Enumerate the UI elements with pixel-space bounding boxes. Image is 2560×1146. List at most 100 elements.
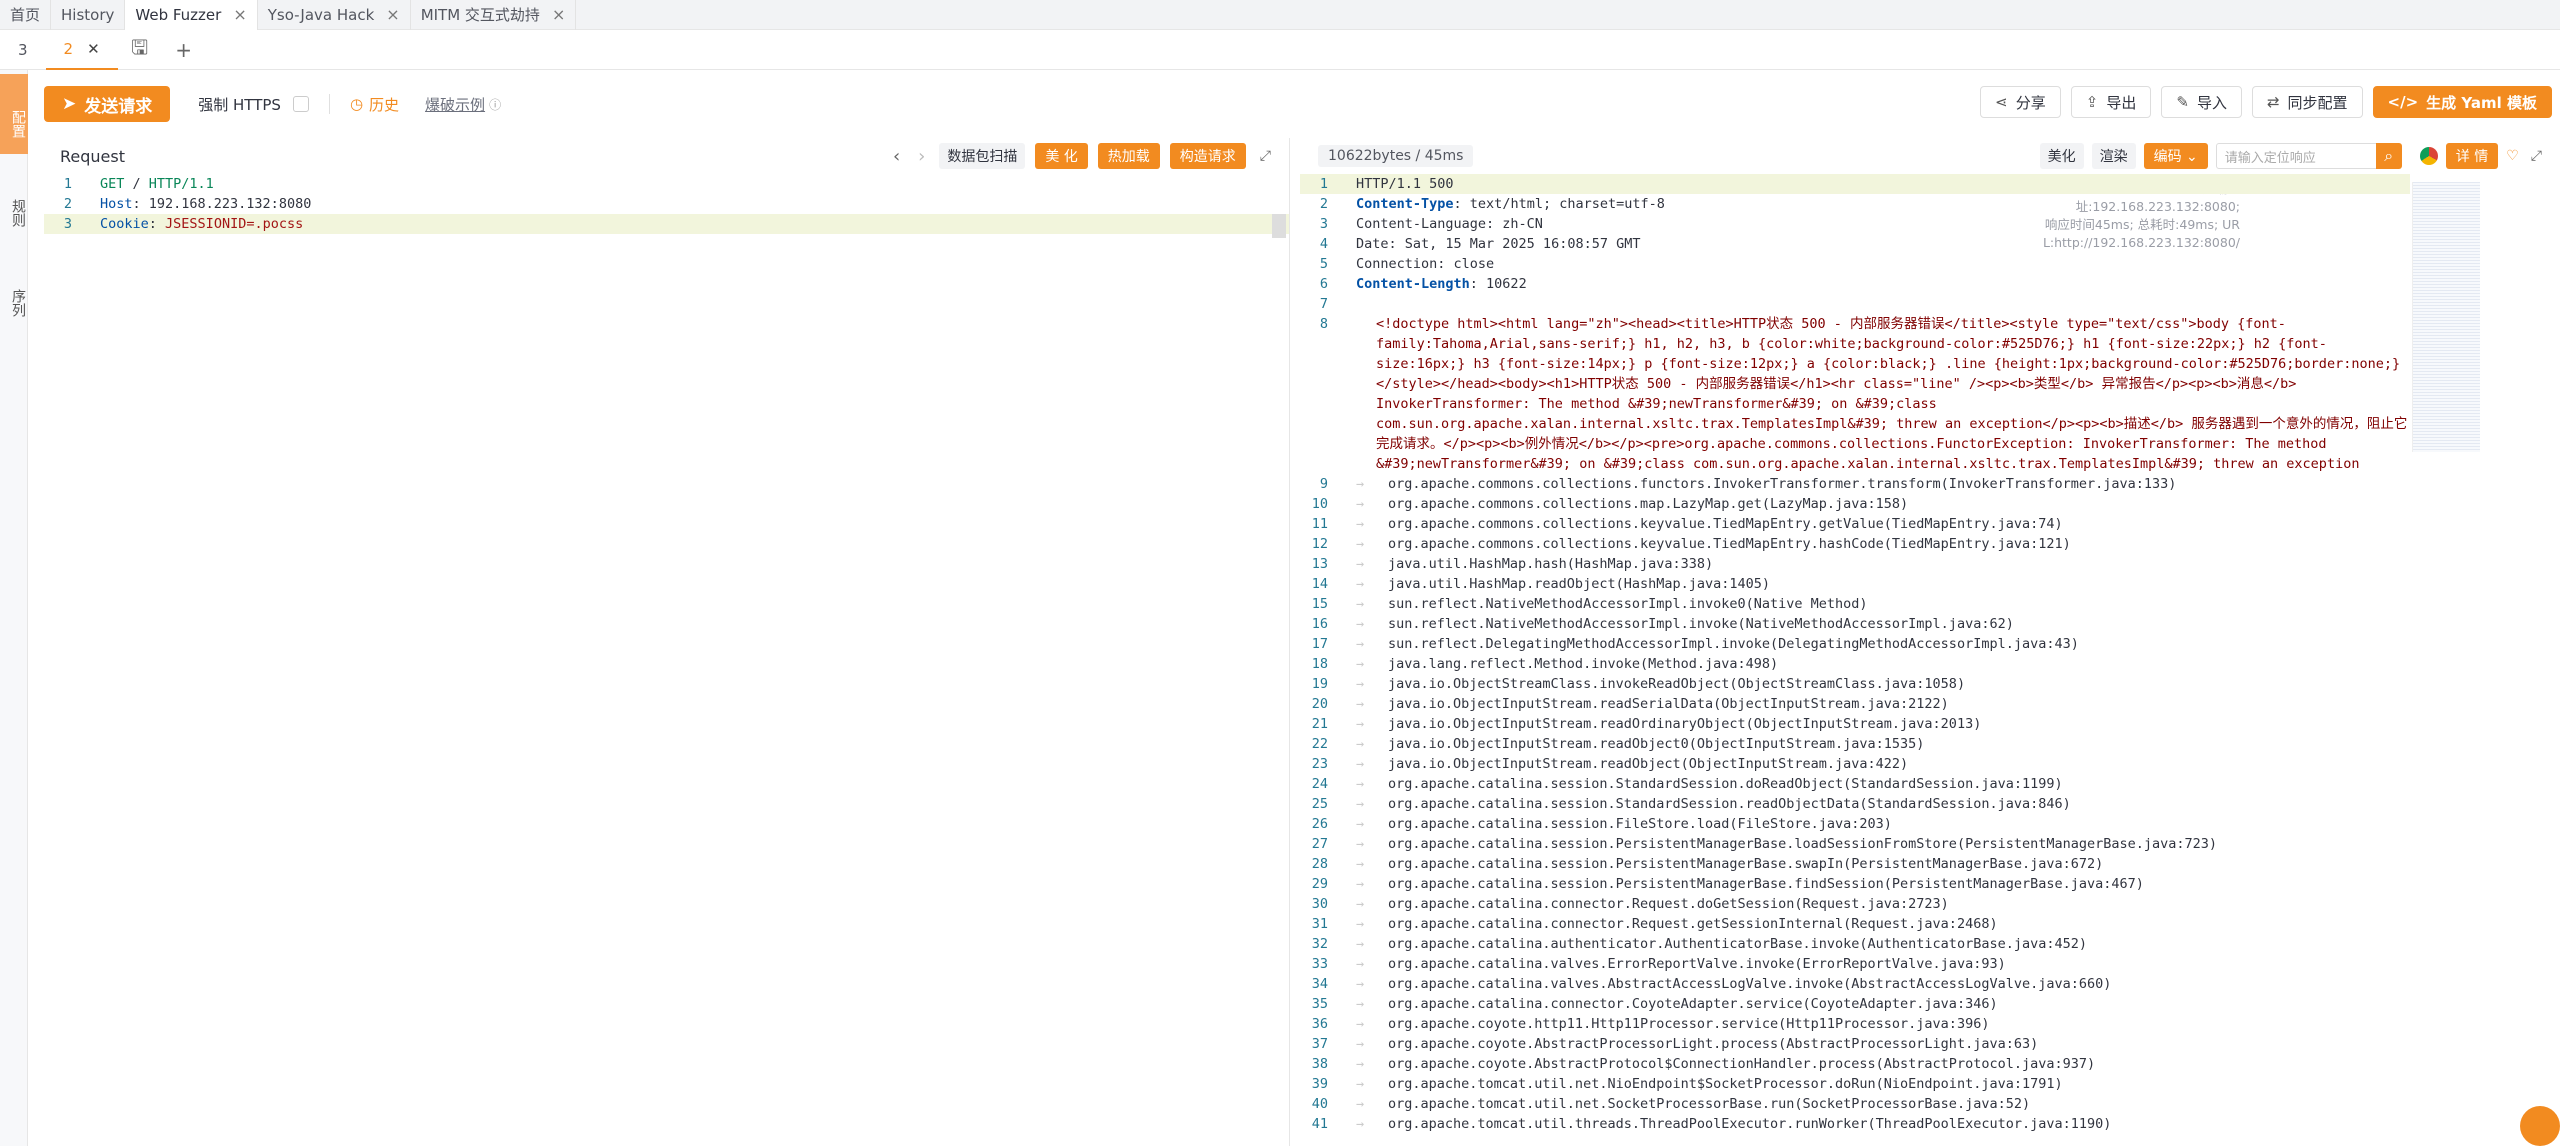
code-token: / xyxy=(124,176,149,192)
tab-indicator-icon: → xyxy=(1356,736,1365,752)
sub-tab-2[interactable]: 2 ✕ xyxy=(45,30,118,70)
stack-trace-line[interactable]: 34 → org.apache.catalina.valves.AbstractAc… xyxy=(1300,974,2410,994)
export-button[interactable]: ⇪ 导出 xyxy=(2070,86,2152,118)
encoding-dropdown[interactable]: 编码 ⌄ xyxy=(2143,143,2208,169)
response-line[interactable]: 5 Connection: close xyxy=(1300,254,2410,274)
detail-button[interactable]: 详 情 xyxy=(2445,143,2499,169)
response-fullscreen-icon[interactable]: ⤢ xyxy=(2527,148,2546,164)
code-minimap[interactable] xyxy=(2412,182,2480,452)
prev-arrow-icon[interactable]: ‹ xyxy=(889,146,904,167)
sub-tab-3[interactable]: 3 xyxy=(0,30,46,70)
stack-trace-line[interactable]: 30 → org.apache.catalina.connector.Request… xyxy=(1300,894,2410,914)
stack-trace-line[interactable]: 11 → org.apache.commons.collections.keyval… xyxy=(1300,514,2410,534)
stack-trace-line[interactable]: 14 → java.util.HashMap.readObject(HashMap.… xyxy=(1300,574,2410,594)
stack-trace-line[interactable]: 9 → org.apache.commons.collections.functor… xyxy=(1300,474,2410,494)
next-arrow-icon[interactable]: › xyxy=(914,146,929,167)
header-value: : text/html; charset=utf-8 xyxy=(1453,196,1665,212)
stack-trace-line[interactable]: 41 → org.apache.tomcat.util.threads.Thread… xyxy=(1300,1114,2410,1134)
tab-indicator-icon: → xyxy=(1356,816,1365,832)
stack-trace-line[interactable]: 33 → org.apache.catalina.valves.ErrorRepor… xyxy=(1300,954,2410,974)
stack-trace-line[interactable]: 17 → sun.reflect.DelegatingMethodAccessorI… xyxy=(1300,634,2410,654)
stack-trace-line[interactable]: 21 → java.io.ObjectInputStream.readOrdinar… xyxy=(1300,714,2410,734)
stack-trace-line[interactable]: 25 → org.apache.catalina.session.StandardS… xyxy=(1300,794,2410,814)
send-request-button[interactable]: ➤ 发送请求 xyxy=(44,86,171,122)
top-tab-2[interactable]: Web Fuzzer × xyxy=(125,0,258,30)
response-line[interactable]: 6 Content-Length: 10622 xyxy=(1300,274,2410,294)
add-tab-icon[interactable]: + xyxy=(162,30,206,70)
response-line[interactable]: 3 Content-Language: zh-CN xyxy=(1300,214,2410,234)
stack-trace-line[interactable]: 18 → java.lang.reflect.Method.invoke(Metho… xyxy=(1300,654,2410,674)
stack-trace-line[interactable]: 36 → org.apache.coyote.http11.Http11Proces… xyxy=(1300,1014,2410,1034)
response-line[interactable]: 4 Date: Sat, 15 Mar 2025 16:08:57 GMT xyxy=(1300,234,2410,254)
response-beautify-button[interactable]: 美化 xyxy=(2039,143,2084,169)
stack-trace-line[interactable]: 15 → sun.reflect.NativeMethodAccessorImpl.… xyxy=(1300,594,2410,614)
force-https-checkbox[interactable] xyxy=(292,96,309,112)
stack-trace-line[interactable]: 23 → java.io.ObjectInputStream.readObject(… xyxy=(1300,754,2410,774)
render-button[interactable]: 渲染 xyxy=(2091,143,2136,169)
stack-trace-line[interactable]: 24 → org.apache.catalina.session.StandardS… xyxy=(1300,774,2410,794)
stack-trace-line[interactable]: 28 → org.apache.catalina.session.Persisten… xyxy=(1300,854,2410,874)
close-icon[interactable]: × xyxy=(233,5,246,24)
request-line[interactable]: 2 Host: 192.168.223.132:8080 xyxy=(44,194,1289,214)
locate-search-input[interactable]: 请输入定位响应 xyxy=(2215,143,2378,169)
tab-indicator-icon: → xyxy=(1356,676,1365,692)
top-tab-1[interactable]: History xyxy=(51,0,126,30)
stack-trace-line[interactable]: 31 → org.apache.catalina.connector.Request… xyxy=(1300,914,2410,934)
import-button[interactable]: ✎ 导入 xyxy=(2161,86,2242,118)
close-icon[interactable]: ✕ xyxy=(87,40,100,58)
beautify-button[interactable]: 美 化 xyxy=(1035,143,1088,169)
save-icon[interactable]: 🖫 xyxy=(118,30,162,70)
request-line[interactable]: 1 GET / HTTP/1.1 xyxy=(44,174,1289,194)
stack-trace-line[interactable]: 10 → org.apache.commons.collections.map.La… xyxy=(1300,494,2410,514)
response-editor[interactable]: 1 HTTP/1.1 500 2 Content-Type: text/html; c… xyxy=(1300,174,2410,1134)
assistant-robot-icon[interactable] xyxy=(2520,1106,2560,1146)
hotload-button[interactable]: 热加载 xyxy=(1097,143,1160,169)
construct-request-button[interactable]: 构造请求 xyxy=(1169,143,1246,169)
sync-config-button[interactable]: ⇄ 同步配置 xyxy=(2251,86,2363,118)
help-icon[interactable]: ⓘ xyxy=(489,96,501,113)
close-icon[interactable]: × xyxy=(386,5,399,24)
sidebar-config[interactable]: 配置 xyxy=(0,74,28,154)
response-line[interactable]: 1 HTTP/1.1 500 xyxy=(1300,174,2410,194)
heart-icon[interactable]: ♡ xyxy=(2506,148,2519,164)
html-body-line[interactable]: 8 <!doctype html><html lang="zh"><head><t… xyxy=(1300,314,2410,474)
chrome-icon[interactable] xyxy=(2419,147,2438,165)
response-line[interactable]: 7 xyxy=(1300,294,2410,314)
stack-trace-line[interactable]: 35 → org.apache.catalina.connector.CoyoteA… xyxy=(1300,994,2410,1014)
stack-trace-line[interactable]: 26 → org.apache.catalina.session.FileStore… xyxy=(1300,814,2410,834)
packet-scan-button[interactable]: 数据包扫描 xyxy=(939,143,1026,169)
request-line[interactable]: 3 Cookie: JSESSIONID=.pocss xyxy=(44,214,1289,234)
history-button[interactable]: ◷ 历史 xyxy=(350,94,399,115)
sidebar-rules[interactable]: 规则 xyxy=(0,170,28,250)
response-line[interactable]: 2 Content-Type: text/html; charset=utf-8 xyxy=(1300,194,2410,214)
stack-trace-line[interactable]: 39 → org.apache.tomcat.util.net.NioEndpoin… xyxy=(1300,1074,2410,1094)
close-icon[interactable]: × xyxy=(552,5,565,24)
fullscreen-icon[interactable]: ⤢ xyxy=(1256,148,1275,164)
request-editor[interactable]: 1 GET / HTTP/1.1 2 Host: 192.168.223.132:80… xyxy=(44,174,1289,234)
line-number: 15 xyxy=(1311,596,1328,612)
search-icon[interactable]: ⌕ xyxy=(2375,143,2402,169)
stack-trace-line[interactable]: 38 → org.apache.coyote.AbstractProtocol$Co… xyxy=(1300,1054,2410,1074)
line-number: 10 xyxy=(1311,496,1328,512)
stack-trace-line[interactable]: 37 → org.apache.coyote.AbstractProcessorLi… xyxy=(1300,1034,2410,1054)
generate-yaml-button[interactable]: </> 生成 Yaml 模板 xyxy=(2372,86,2552,118)
stack-trace-line[interactable]: 27 → org.apache.catalina.session.Persisten… xyxy=(1300,834,2410,854)
stack-trace-line[interactable]: 29 → org.apache.catalina.session.Persisten… xyxy=(1300,874,2410,894)
stack-trace-line[interactable]: 16 → sun.reflect.NativeMethodAccessorImpl.… xyxy=(1300,614,2410,634)
stack-trace-line[interactable]: 22 → java.io.ObjectInputStream.readObject0… xyxy=(1300,734,2410,754)
share-button[interactable]: ⋖ 分享 xyxy=(1980,86,2061,118)
top-tab-3[interactable]: Yso-Java Hack × xyxy=(258,0,411,30)
line-number: 6 xyxy=(1319,276,1328,292)
sidebar-sequence[interactable]: 序列 xyxy=(0,260,28,340)
top-tab-4[interactable]: MITM 交互式劫持 × xyxy=(411,0,577,30)
code-token: Host xyxy=(100,196,133,212)
top-tab-0[interactable]: 首页 xyxy=(0,0,52,30)
stack-trace-line[interactable]: 40 → org.apache.tomcat.util.net.SocketProc… xyxy=(1300,1094,2410,1114)
stack-trace-line[interactable]: 19 → java.io.ObjectStreamClass.invokeReadO… xyxy=(1300,674,2410,694)
stack-trace-line[interactable]: 12 → org.apache.commons.collections.keyval… xyxy=(1300,534,2410,554)
stack-trace-line[interactable]: 13 → java.util.HashMap.hash(HashMap.java:3… xyxy=(1300,554,2410,574)
editor-scrollbar[interactable] xyxy=(1272,214,1286,238)
stack-trace-line[interactable]: 32 → org.apache.catalina.authenticator.Aut… xyxy=(1300,934,2410,954)
stack-trace-line[interactable]: 20 → java.io.ObjectInputStream.readSerialD… xyxy=(1300,694,2410,714)
examples-link[interactable]: 爆破示例 xyxy=(425,94,485,115)
